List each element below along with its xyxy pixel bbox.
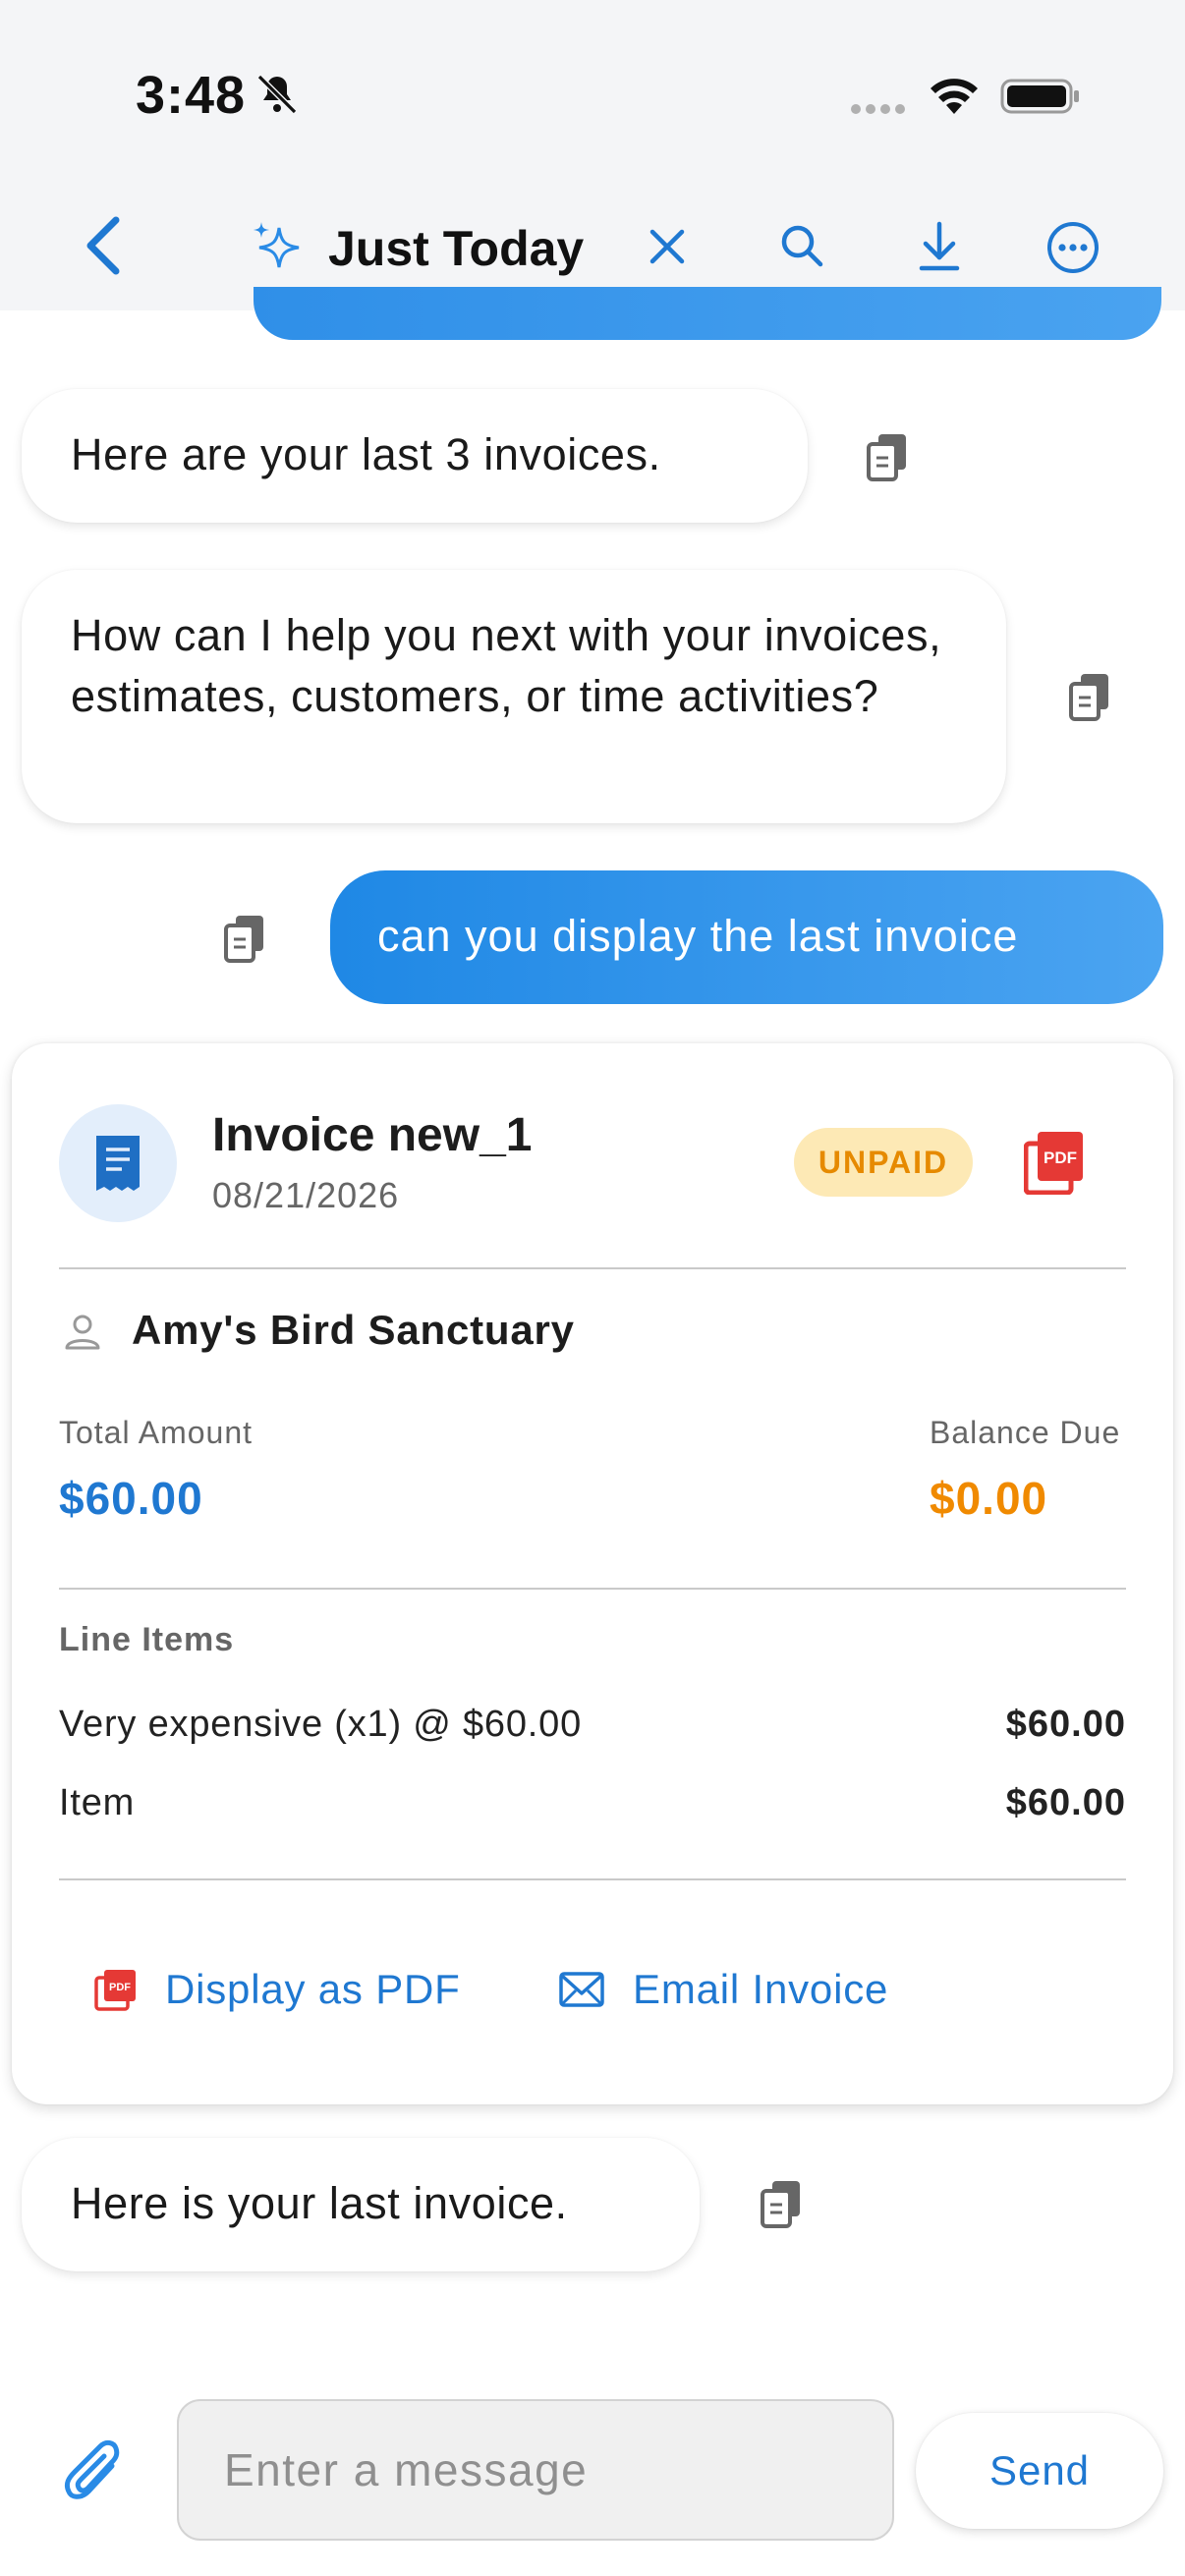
wifi-icon [928,75,981,116]
search-icon[interactable] [778,222,825,269]
signal-dots-icon [849,102,908,116]
sparkle-icon [250,220,303,273]
pdf-icon: PDF [94,1968,138,2011]
battery-icon [1000,77,1081,116]
download-icon[interactable] [916,220,963,273]
page-title: Just Today [328,221,585,276]
message-input[interactable] [177,2399,894,2541]
divider [59,1878,1126,1880]
top-bar [0,0,1185,310]
line-item-description: Very expensive (x1) @ $60.00 [59,1704,583,1745]
receipt-icon [59,1104,177,1222]
svg-text:PDF: PDF [109,1982,131,1993]
line-items-heading: Line Items [59,1621,235,1658]
invoice-card [12,1043,1173,2104]
customer-name: Amy's Bird Sanctuary [132,1307,575,1353]
email-invoice-label: Email Invoice [633,1966,889,2012]
divider [59,1267,1126,1269]
pdf-icon[interactable]: PDF [1024,1130,1085,1195]
back-chevron-icon[interactable] [81,214,128,277]
close-icon[interactable] [645,224,690,269]
display-pdf-label: Display as PDF [165,1966,461,2012]
total-amount-value: $60.00 [59,1473,203,1524]
person-icon [63,1313,102,1352]
send-button[interactable]: Send [916,2413,1163,2529]
bell-slash-icon [254,71,301,118]
divider [59,1588,1126,1590]
balance-due-label: Balance Due [930,1415,1121,1450]
line-item-amount: $60.00 [1005,1782,1126,1823]
invoice-date: 08/21/2026 [212,1175,400,1215]
status-badge: UNPAID [794,1128,973,1197]
paperclip-icon[interactable] [61,2436,130,2511]
copy-icon[interactable] [759,2179,804,2230]
line-item-description: Item [59,1782,136,1823]
envelope-icon [558,1970,605,2009]
assistant-message: Here are your last 3 invoices. [22,389,808,523]
copy-icon[interactable] [865,432,910,483]
balance-due-value: $0.00 [930,1473,1048,1524]
invoice-title: Invoice new_1 [212,1109,533,1161]
more-icon[interactable] [1045,220,1100,275]
user-message: can you display the last invoice [330,870,1163,1004]
svg-text:PDF: PDF [1044,1148,1077,1167]
status-time: 3:48 [136,66,247,125]
previous-user-message [254,287,1161,340]
line-item-amount: $60.00 [1005,1704,1126,1745]
copy-icon[interactable] [222,914,267,965]
assistant-message: Here is your last invoice. [22,2138,700,2271]
display-pdf-button[interactable]: PDF Display as PDF [94,1955,461,2024]
email-invoice-button[interactable]: Email Invoice [558,1955,888,2024]
total-amount-label: Total Amount [59,1415,253,1450]
assistant-message: How can I help you next with your invoic… [22,570,1006,823]
copy-icon[interactable] [1067,672,1112,723]
